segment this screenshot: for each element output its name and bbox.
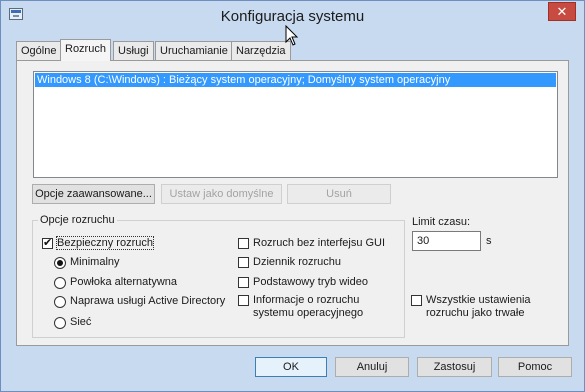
advanced-options-button[interactable]: Opcje zaawansowane... xyxy=(32,184,155,204)
boot-log-label: Dziennik rozruchu xyxy=(253,256,342,268)
close-icon: ✕ xyxy=(556,3,568,19)
radio-ad-repair[interactable]: Naprawa usługi Active Directory xyxy=(54,295,225,308)
radio-alternate-shell-label: Powłoka alternatywna xyxy=(70,276,178,288)
ok-label: OK xyxy=(283,361,299,373)
make-permanent-checkbox[interactable]: Wszystkie ustawienia rozruchu jako trwał… xyxy=(411,294,531,320)
boot-log-box[interactable] xyxy=(238,257,249,268)
radio-alternate-shell[interactable]: Powłoka alternatywna xyxy=(54,276,177,289)
help-label: Pomoc xyxy=(517,361,553,373)
timeout-unit: s xyxy=(486,235,492,247)
make-permanent-label: Wszystkie ustawienia rozruchu jako trwał… xyxy=(426,294,531,320)
radio-minimal[interactable]: Minimalny xyxy=(54,256,120,269)
radio-network-button[interactable] xyxy=(54,317,66,329)
boot-options-label: Opcje rozruchu xyxy=(38,214,117,226)
os-boot-info-line1: Informacje o rozruchu xyxy=(253,294,360,306)
cancel-label: Anuluj xyxy=(356,361,388,373)
timeout-label: Limit czasu: xyxy=(412,216,471,228)
radio-ad-repair-label: Naprawa usługi Active Directory xyxy=(70,295,226,307)
tab-services[interactable]: Usługi xyxy=(113,41,154,60)
no-gui-checkbox[interactable]: Rozruch bez interfejsu GUI xyxy=(238,237,385,249)
mouse-cursor-icon xyxy=(285,25,299,46)
os-list-item[interactable]: Windows 8 (C:\Windows) : Bieżący system … xyxy=(35,73,556,87)
os-boot-info-line2: systemu operacyjnego xyxy=(253,307,364,319)
make-permanent-line2: rozruchu jako trwałe xyxy=(426,307,525,319)
close-button[interactable]: ✕ xyxy=(548,2,576,21)
window-title: Konfiguracja systemu xyxy=(220,8,365,25)
radio-minimal-label: Minimalny xyxy=(70,256,120,268)
radio-alternate-shell-button[interactable] xyxy=(54,277,66,289)
make-permanent-line1: Wszystkie ustawienia xyxy=(426,294,531,306)
base-video-checkbox[interactable]: Podstawowy tryb wideo xyxy=(238,276,368,288)
boot-log-checkbox[interactable]: Dziennik rozruchu xyxy=(238,256,341,268)
no-gui-box[interactable] xyxy=(238,238,249,249)
tab-startup[interactable]: Uruchamianie xyxy=(155,41,233,60)
radio-network[interactable]: Sieć xyxy=(54,316,91,329)
no-gui-label: Rozruch bez interfejsu GUI xyxy=(253,237,386,249)
apply-button[interactable]: Zastosuj xyxy=(417,357,492,377)
help-button[interactable]: Pomoc xyxy=(498,357,572,377)
base-video-label: Podstawowy tryb wideo xyxy=(253,276,368,288)
set-default-button[interactable]: Ustaw jako domyślne xyxy=(161,184,282,204)
tab-tools[interactable]: Narzędzia xyxy=(231,41,291,60)
delete-label: Usuń xyxy=(326,188,352,200)
make-permanent-box[interactable] xyxy=(411,295,422,306)
safe-boot-checkbox[interactable]: Bezpieczny rozruch xyxy=(42,236,154,250)
tab-general[interactable]: Ogólne xyxy=(16,41,62,60)
cancel-button[interactable]: Anuluj xyxy=(335,357,409,377)
safe-boot-box[interactable] xyxy=(42,236,53,249)
radio-network-label: Sieć xyxy=(70,316,92,328)
os-boot-info-label: Informacje o rozruchu systemu operacyjne… xyxy=(253,294,363,320)
os-list[interactable]: Windows 8 (C:\Windows) : Bieżący system … xyxy=(33,71,558,178)
apply-label: Zastosuj xyxy=(433,361,476,373)
advanced-options-label: Opcje zaawansowane... xyxy=(35,188,152,200)
radio-ad-repair-button[interactable] xyxy=(54,296,66,308)
timeout-input[interactable]: 30 xyxy=(412,231,481,251)
msconfig-window: Konfiguracja systemu ✕ Ogólne Rozruch Us… xyxy=(0,0,585,392)
os-boot-info-box[interactable] xyxy=(238,295,249,306)
boot-tab-panel: Windows 8 (C:\Windows) : Bieżący system … xyxy=(16,60,569,346)
os-boot-info-checkbox[interactable]: Informacje o rozruchu systemu operacyjne… xyxy=(238,294,363,320)
radio-minimal-button[interactable] xyxy=(54,257,66,269)
tab-boot[interactable]: Rozruch xyxy=(60,39,111,61)
base-video-box[interactable] xyxy=(238,277,249,288)
safe-boot-label: Bezpieczny rozruch xyxy=(56,236,154,250)
set-default-label: Ustaw jako domyślne xyxy=(169,188,274,200)
delete-button[interactable]: Usuń xyxy=(287,184,391,204)
ok-button[interactable]: OK xyxy=(255,357,327,377)
